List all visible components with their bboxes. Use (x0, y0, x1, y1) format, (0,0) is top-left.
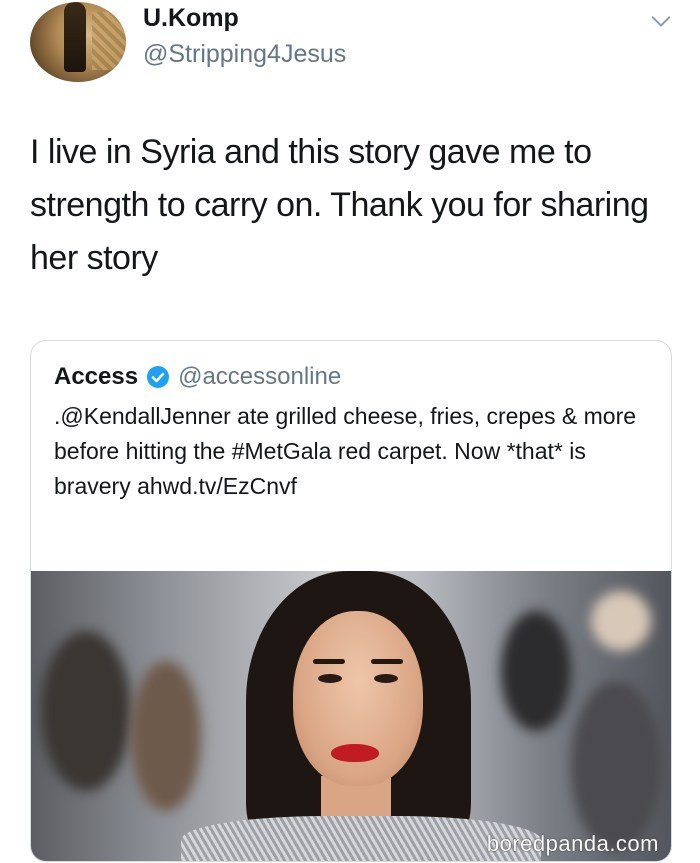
portrait-brow-left (313, 659, 345, 664)
quoted-tweet[interactable]: Access @accessonline .@KendallJenner ate… (30, 340, 672, 862)
quoted-handle[interactable]: @accessonline (178, 363, 341, 391)
portrait-eye-right (374, 674, 398, 683)
quoted-display-name[interactable]: Access (54, 363, 138, 391)
background-crowd-4 (571, 681, 661, 851)
chevron-down-icon[interactable] (650, 10, 672, 32)
background-crowd-2 (131, 661, 201, 811)
watermark: boredpanda.com (486, 831, 659, 856)
quoted-tweet-photo[interactable]: boredpanda.com (31, 571, 671, 861)
quoted-tweet-header: Access @accessonline (54, 361, 341, 393)
portrait-eye-left (318, 674, 342, 683)
display-name[interactable]: U.Komp (143, 4, 239, 33)
background-crowd-3 (501, 611, 571, 731)
user-handle[interactable]: @Stripping4Jesus (143, 40, 346, 69)
verified-badge-icon (147, 366, 170, 388)
background-crowd-1 (41, 631, 131, 791)
avatar-figure (64, 2, 86, 72)
avatar-pattern (92, 12, 126, 70)
quoted-tweet-text: .@KendallJenner ate grilled cheese, frie… (54, 403, 637, 499)
portrait-brow-right (371, 659, 403, 664)
tweet-text: I live in Syria and this story gave me t… (30, 133, 649, 277)
user-avatar[interactable] (30, 2, 126, 82)
background-crowd-5 (591, 591, 651, 651)
portrait-lips (331, 744, 379, 762)
